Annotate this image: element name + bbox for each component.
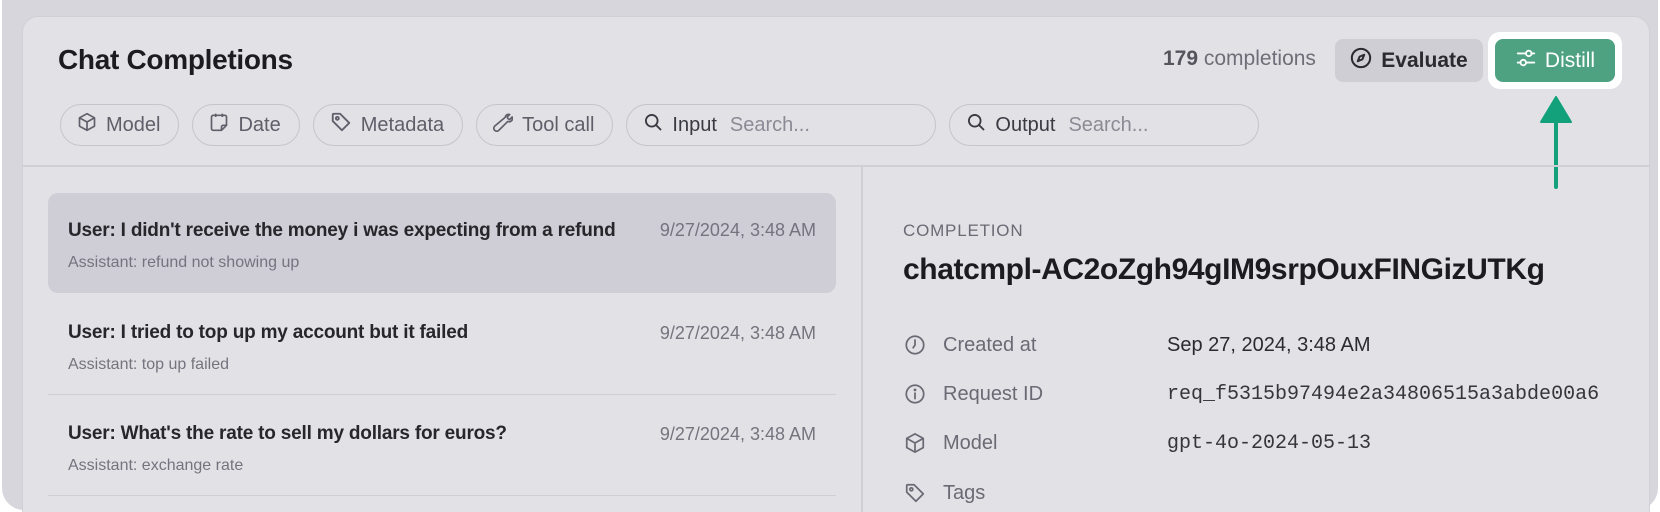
annotation-arrow-icon — [1540, 96, 1572, 189]
completions-count-suffix: completions — [1198, 47, 1316, 70]
search-icon — [643, 112, 663, 138]
completion-section-label: COMPLETION — [903, 221, 1024, 240]
meta-tags: Tags — [903, 478, 985, 508]
compass-icon — [1350, 47, 1372, 75]
input-search-input[interactable] — [729, 113, 920, 137]
filter-date[interactable]: Date — [192, 104, 300, 146]
filter-metadata-label: Metadata — [360, 113, 445, 136]
meta-created-at-key: Created at — [943, 333, 1037, 356]
wrench-icon — [493, 112, 514, 138]
list-item-timestamp: 9/27/2024, 3:48 AM — [659, 323, 816, 343]
meta-tags-key: Tags — [943, 481, 986, 504]
list-item[interactable]: User: I tried to top up my account but i… — [48, 294, 836, 395]
cube-icon — [77, 112, 97, 138]
list-item[interactable]: User: What's the rate to sell my dollars… — [48, 395, 836, 496]
filter-metadata[interactable]: Metadata — [312, 104, 464, 146]
evaluate-label: Evaluate — [1381, 48, 1468, 72]
filter-tool-call-label: Tool call — [522, 113, 595, 136]
input-search-field[interactable]: Input — [626, 104, 937, 146]
search-icon — [966, 112, 986, 138]
meta-model-key: Model — [943, 431, 998, 454]
distill-highlight: Distill — [1488, 32, 1622, 89]
clock-icon — [903, 334, 927, 356]
meta-model: Model gpt-4o-2024-05-13 — [903, 428, 1371, 458]
filter-model-label: Model — [106, 113, 161, 136]
meta-created-at-value: Sep 27, 2024, 3:48 AM — [1167, 333, 1371, 356]
output-search-input[interactable] — [1068, 113, 1249, 137]
meta-request-id: Request ID req_f5315b97494e2a34806515a3a… — [903, 379, 1599, 409]
filter-date-label: Date — [238, 113, 281, 136]
completions-count: 179 completions — [1163, 47, 1316, 71]
completion-id: chatcmpl-AC2oZgh94gIM9srpOuxFINGizUTKg — [903, 253, 1545, 286]
completions-list: User: I didn't receive the money i was e… — [48, 193, 836, 496]
output-search-label: Output — [995, 113, 1056, 136]
tag-icon — [903, 482, 927, 504]
input-search-label: Input — [672, 113, 717, 136]
list-item-assistant-message: Assistant: refund not showing up — [68, 254, 300, 271]
page-title: Chat Completions — [58, 44, 293, 75]
info-icon — [903, 383, 927, 405]
meta-request-id-value[interactable]: req_f5315b97494e2a34806515a3abde00a6 — [1167, 383, 1599, 406]
list-item[interactable]: User: I didn't receive the money i was e… — [48, 193, 836, 293]
sliders-icon — [1515, 47, 1537, 75]
list-item-assistant-message: Assistant: top up failed — [68, 356, 229, 373]
distill-label: Distill — [1544, 48, 1596, 72]
calendar-icon — [209, 112, 229, 138]
tag-icon — [330, 111, 352, 139]
pane-divider — [861, 166, 863, 512]
evaluate-button[interactable]: Evaluate — [1335, 39, 1483, 82]
meta-created-at: Created at Sep 27, 2024, 3:48 AM — [903, 330, 1371, 360]
filter-bar: Model Date Metadata Tool call Input Outp… — [60, 104, 1260, 146]
cube-icon — [903, 432, 927, 454]
meta-request-id-key: Request ID — [943, 382, 1044, 405]
list-item-assistant-message: Assistant: exchange rate — [68, 457, 244, 474]
completions-count-number: 179 — [1163, 47, 1199, 70]
output-search-field[interactable]: Output — [949, 104, 1260, 146]
list-item-user-message: User: I didn't receive the money i was e… — [68, 220, 616, 241]
filter-model[interactable]: Model — [60, 104, 180, 146]
list-item-timestamp: 9/27/2024, 3:48 AM — [659, 220, 816, 240]
distill-button[interactable]: Distill — [1495, 39, 1615, 82]
meta-model-value: gpt-4o-2024-05-13 — [1167, 431, 1372, 455]
list-item-user-message: User: What's the rate to sell my dollars… — [68, 423, 507, 444]
list-item-user-message: User: I tried to top up my account but i… — [68, 322, 468, 343]
header-divider — [23, 165, 1649, 167]
list-item-timestamp: 9/27/2024, 3:48 AM — [659, 424, 816, 444]
filter-tool-call[interactable]: Tool call — [476, 104, 614, 146]
